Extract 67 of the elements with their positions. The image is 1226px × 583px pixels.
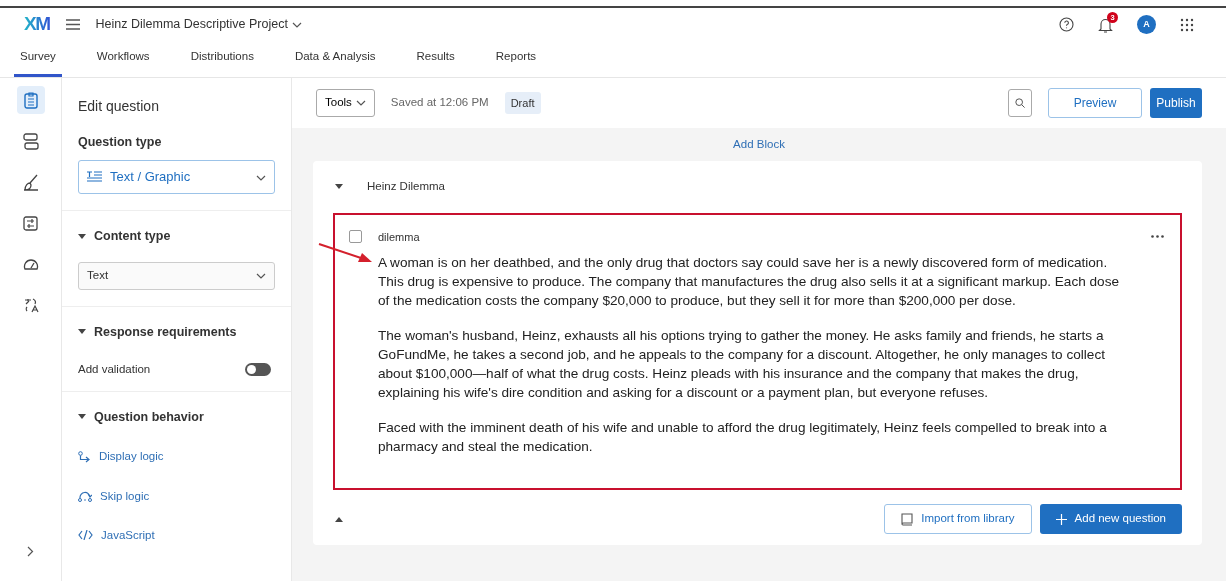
content-type-dropdown[interactable]: Text — [78, 261, 275, 290]
publish-button[interactable]: Publish — [1150, 88, 1202, 118]
bell-icon[interactable] — [1098, 16, 1113, 33]
sliders-icon — [23, 215, 38, 231]
help-icon[interactable] — [1059, 17, 1074, 32]
save-status: Saved at 12:06 PM — [390, 95, 489, 111]
nav-tab[interactable]: Survey — [14, 40, 62, 77]
chevron-icon — [355, 100, 366, 106]
chevron-icon — [256, 272, 266, 279]
text-lines-icon — [87, 170, 102, 183]
search-icon — [1015, 97, 1025, 109]
status-badge: Draft — [504, 91, 541, 115]
validation-toggle[interactable] — [245, 363, 271, 377]
collapse-toggle[interactable] — [335, 516, 343, 522]
avatar[interactable]: A — [1137, 15, 1156, 34]
section-toggle[interactable]: Content type — [78, 226, 275, 246]
logic-link[interactable]: JavaScript — [78, 526, 275, 544]
question-type-dropdown[interactable]: Text / Graphic — [78, 159, 275, 194]
collapse-toggle[interactable] — [335, 184, 343, 190]
clipboard-icon — [23, 91, 38, 109]
logic-link[interactable]: Skip logic — [78, 487, 275, 505]
more-icon[interactable] — [1151, 235, 1164, 239]
chevron-icon — [256, 174, 266, 181]
logic-link[interactable]: Display logic — [78, 448, 275, 466]
app-grid-icon[interactable] — [1180, 17, 1194, 32]
question-paragraph: The woman's husband, Heinz, exhausts all his options trying to gather the money. He asks family and friends, he starts a GoFundMe, he takes a second job, and he appeals to the company for a discount. Altogether, he only manages to collect about $100,000—half of what the drug costs. Heinz pleads with his insurance and the company that makes the drug, explaining his wife's dire condition and asking for a discount or a payment plan, but everyone refuses. — [377, 327, 1106, 402]
caret-icon — [335, 516, 343, 522]
caret-icon — [78, 329, 86, 335]
question-checkbox[interactable] — [349, 230, 362, 244]
section-label: Question type — [78, 134, 163, 151]
brush-icon — [22, 173, 39, 191]
project-selector[interactable]: Heinz Dilemma Descriptive Project — [95, 15, 302, 34]
book-icon — [901, 512, 914, 526]
section-toggle[interactable]: Response requirements — [78, 322, 275, 342]
blocks-icon — [22, 132, 39, 150]
question-paragraph: A woman is on her deathbed, and the only drug that doctors say could save her is a newly discovered form of medication. This drug is expensive to produce. The company that manufactures the drug also sells it at a significant markup. Each dose of the medication costs the company $20,000 to produce, but they sell it for more than $200,000 per dose. — [377, 254, 1120, 310]
caret-icon — [78, 414, 86, 420]
plus-icon — [1055, 513, 1067, 525]
import-button[interactable]: Import from library — [884, 504, 1032, 534]
preview-button[interactable]: Preview — [1048, 88, 1142, 118]
gauge-icon — [22, 258, 39, 270]
search-button[interactable] — [1008, 89, 1032, 117]
panel-title: Edit question — [78, 97, 160, 116]
sidebar-tool[interactable] — [16, 86, 45, 114]
skip-arrow-icon — [78, 490, 92, 502]
translate-icon — [22, 297, 39, 313]
chevron-icon — [291, 21, 302, 28]
question-label: dilemma — [378, 229, 420, 245]
menu-icon[interactable] — [65, 19, 80, 30]
code-icon — [78, 530, 93, 541]
nav-tab[interactable]: Workflows — [90, 40, 156, 77]
add-question-button[interactable]: Add new question — [1039, 504, 1182, 534]
caret-icon — [335, 184, 343, 190]
nav-tab[interactable]: Results — [410, 40, 461, 77]
annotation-arrow — [318, 243, 373, 264]
nav-tab[interactable]: Data & Analysis — [288, 40, 382, 77]
block-title: Heinz Dilemma — [367, 179, 445, 195]
add-block-link[interactable]: Add Block — [733, 138, 785, 150]
validation-label: Add validation — [78, 362, 151, 378]
nav-tab[interactable]: Distributions — [184, 40, 260, 77]
nav-tab[interactable]: Reports — [489, 40, 543, 77]
expand-icon[interactable] — [27, 546, 34, 557]
caret-icon — [78, 233, 86, 239]
tools-button[interactable]: Tools — [316, 89, 375, 117]
question-paragraph: Faced with the imminent death of his wife and unable to afford the drug legitimately, Heinz feels compelled to break into a pharmacy and steal the medication. — [377, 419, 1108, 456]
branch-arrow-icon — [78, 450, 91, 463]
section-toggle[interactable]: Question behavior — [78, 407, 275, 427]
